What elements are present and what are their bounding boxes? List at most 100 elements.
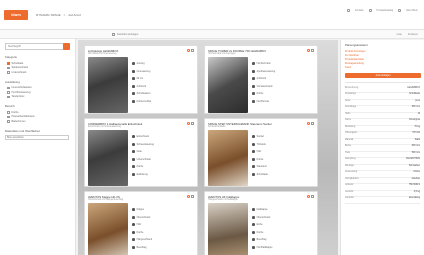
product-image[interactable] bbox=[208, 203, 248, 255]
breadcrumb-item[interactable]: DYNAMIC SPACE bbox=[36, 13, 61, 17]
attribute-icon bbox=[252, 150, 255, 154]
sort-button[interactable]: Sortieren bbox=[408, 33, 418, 36]
filter-option-label: Badezimmer bbox=[11, 119, 26, 123]
attribute-label: Hochschrank bbox=[256, 62, 271, 66]
filter-option[interactable]: Badezimmer bbox=[7, 119, 70, 124]
product-image[interactable] bbox=[88, 57, 128, 113]
product-subtitle: Hängeschrank mit Faltklappe bbox=[208, 198, 238, 201]
expand-icon[interactable] bbox=[191, 195, 194, 198]
attribute-row: Oberschrank bbox=[132, 214, 152, 222]
attribute-row: Holz bbox=[132, 221, 152, 229]
heart-icon[interactable] bbox=[306, 195, 310, 198]
view-list-button[interactable]: Liste bbox=[397, 33, 402, 36]
heart-icon[interactable] bbox=[112, 33, 115, 36]
attribute-label: Hängeschrank bbox=[136, 238, 153, 242]
attribute-icon bbox=[132, 92, 135, 96]
product-image[interactable] bbox=[88, 130, 128, 186]
product-image[interactable] bbox=[208, 57, 248, 113]
nav-account[interactable]: Mein Blum bbox=[406, 9, 418, 12]
search-input[interactable] bbox=[5, 43, 65, 50]
attribute-label: Anthrazit bbox=[256, 77, 267, 81]
checkbox[interactable] bbox=[7, 95, 10, 98]
property-key: Nennlänge bbox=[345, 106, 357, 108]
nav-contact[interactable]: Kontakt bbox=[355, 9, 363, 12]
attribute-row: Innenauszug bbox=[132, 68, 151, 76]
product-card[interactable]: SPACE TOWER 2x DOUBLE 700 LEGRABOX Hochsc… bbox=[204, 45, 318, 114]
breadcrumb-item[interactable]: Auf Anruf bbox=[68, 13, 80, 17]
heart-icon[interactable] bbox=[186, 195, 190, 198]
heart-icon[interactable] bbox=[306, 122, 310, 125]
filter-option-label: Schublade bbox=[11, 61, 24, 65]
attribute-label: Vorratsschrank bbox=[256, 84, 273, 88]
product-card[interactable]: AVENTOS HF Faltklappe Hängeschrank mit Fa… bbox=[204, 191, 318, 255]
attribute-row: Ecklösung bbox=[132, 171, 154, 179]
product-image[interactable] bbox=[208, 130, 248, 186]
property-value: 2,5 kg bbox=[413, 190, 420, 193]
expand-icon[interactable] bbox=[311, 49, 314, 52]
property-key: Artikelnr. bbox=[345, 184, 354, 186]
attribute-icon bbox=[132, 215, 135, 219]
request-button[interactable]: Jetzt anfragen bbox=[345, 73, 421, 78]
checkbox[interactable] bbox=[7, 86, 10, 89]
heart-icon[interactable] bbox=[186, 122, 190, 125]
attribute-row: Apothekerauszug bbox=[252, 68, 275, 76]
property-key: Bezeichnung bbox=[345, 86, 359, 89]
property-key: Dämpfung bbox=[345, 158, 356, 160]
property-value: LEGRABOX bbox=[407, 86, 420, 89]
attribute-label: Küche bbox=[256, 92, 264, 96]
product-attributes: Eckschrank Schwenkauszug Grau Unterschrank K… bbox=[132, 133, 154, 178]
nav-catalog[interactable]: Produktkatalog bbox=[377, 9, 394, 12]
attribute-label: Beschlag bbox=[256, 238, 267, 242]
blum-logo[interactable]: blum bbox=[4, 10, 28, 20]
catalog-icon[interactable] bbox=[368, 9, 372, 12]
checkbox[interactable] bbox=[7, 66, 10, 69]
filter-group-title: Kategorie bbox=[5, 55, 17, 59]
product-card[interactable]: AVENTOS Klappe HK-XS Oberschrank mit Klap… bbox=[84, 191, 198, 255]
attribute-row: Küche bbox=[252, 156, 268, 164]
attribute-label: Holz bbox=[136, 223, 142, 227]
checkbox[interactable] bbox=[7, 115, 10, 118]
product-gallery: Lichtdesign LEGRABOX Schublade mit Innena… bbox=[78, 40, 338, 255]
heart-icon[interactable] bbox=[186, 49, 190, 52]
checkbox[interactable] bbox=[7, 111, 10, 114]
filter-group: Ausstattung Innenschubkasten Hochfrontausz… bbox=[5, 80, 70, 100]
breadcrumb-separator: > bbox=[63, 13, 66, 17]
property-value: lebenslang bbox=[408, 197, 420, 199]
filter-option[interactable]: Tandembox bbox=[7, 95, 70, 100]
expand-icon[interactable] bbox=[191, 49, 194, 52]
attribute-row: Hochfaltklappe bbox=[252, 244, 272, 252]
card-actions bbox=[186, 195, 194, 198]
expand-icon[interactable] bbox=[311, 195, 314, 198]
checkbox[interactable] bbox=[7, 91, 10, 94]
favorites-toggle[interactable]: Favoriten anzeigen bbox=[117, 33, 138, 36]
property-key: Verfügbarkeit bbox=[345, 177, 359, 180]
attribute-label: Stauraum bbox=[256, 165, 267, 169]
property-key: Garantie bbox=[345, 197, 354, 199]
product-card[interactable]: SPACE STEP UNTERSCHRANK Stauraum Sockel S… bbox=[204, 118, 318, 187]
attribute-label: Innenauszug bbox=[136, 69, 151, 73]
heart-icon[interactable] bbox=[306, 49, 310, 52]
attribute-row: Faltklappe bbox=[252, 206, 272, 214]
attribute-row: Anthrazit bbox=[132, 83, 151, 91]
detail-link[interactable]: Teilen bbox=[345, 66, 420, 70]
attribute-label: Ecklösung bbox=[136, 172, 148, 176]
attribute-icon bbox=[252, 165, 255, 169]
product-card[interactable]: Lichtdesign LEGRABOX Schublade mit Innena… bbox=[84, 45, 198, 114]
property-value: Schrauben bbox=[408, 164, 420, 167]
material-select[interactable]: Bitte auswählen bbox=[5, 134, 69, 140]
user-icon[interactable] bbox=[398, 9, 402, 12]
checkbox[interactable] bbox=[7, 62, 10, 65]
attribute-label: Schubkasten bbox=[136, 92, 151, 96]
checkbox[interactable] bbox=[7, 120, 10, 123]
filter-option[interactable]: Unterschrank bbox=[7, 70, 70, 75]
property-value: Orionrgrau bbox=[409, 119, 420, 121]
product-image[interactable] bbox=[88, 203, 128, 255]
expand-icon[interactable] bbox=[311, 122, 314, 125]
phone-icon[interactable] bbox=[347, 9, 351, 12]
search-button[interactable] bbox=[63, 43, 70, 50]
filter-group-title: Bereich bbox=[5, 104, 15, 108]
checkbox[interactable] bbox=[7, 71, 10, 74]
product-card[interactable]: CORNERBOX 1 Halbautomatik Eckschrank Ecks… bbox=[84, 118, 198, 187]
expand-icon[interactable] bbox=[191, 122, 194, 125]
card-actions bbox=[306, 49, 314, 52]
